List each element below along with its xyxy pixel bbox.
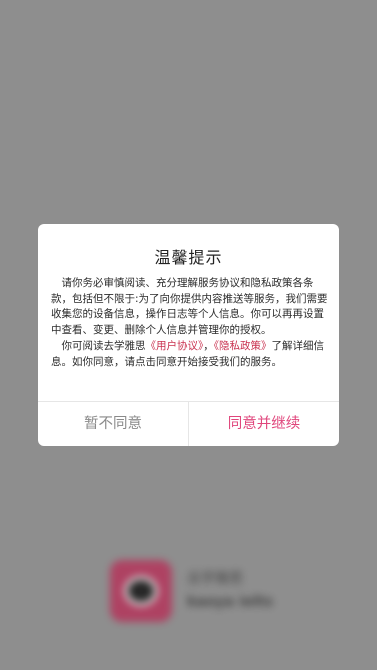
user-agreement-link[interactable]: 《用户协议》: [146, 340, 204, 352]
dialog-paragraph-2: 你可阅读去学雅思《用户协议》，《隐私政策》了解详细信息。如你同意，请点击同意开始…: [51, 339, 328, 370]
agree-continue-button[interactable]: 同意并继续: [189, 402, 339, 446]
dialog-paragraph-1: 请你务必审慎阅读、充分理解服务协议和隐私政策各条款，包括但不限于:为了向你提供内…: [51, 277, 328, 337]
privacy-dialog: 温馨提示 请你务必审慎阅读、充分理解服务协议和隐私政策各条款，包括但不限于:为了…: [38, 224, 339, 446]
dialog-body: 请你务必审慎阅读、充分理解服务协议和隐私政策各条款，包括但不限于:为了向你提供内…: [51, 276, 328, 370]
paragraph-2-intro: 你可阅读去学雅思: [61, 339, 146, 352]
disagree-button[interactable]: 暂不同意: [38, 402, 188, 446]
splash-brand: 去学雅思 kaoya ielts: [110, 560, 285, 624]
app-subtitle: kaoya ielts: [187, 594, 273, 610]
privacy-policy-link[interactable]: 《隐私政策》: [214, 340, 272, 352]
app-logo-icon: [110, 560, 172, 622]
dialog-title: 温馨提示: [154, 248, 223, 267]
link-separator: ，: [203, 339, 214, 352]
app-name: 去学雅思: [187, 571, 243, 587]
